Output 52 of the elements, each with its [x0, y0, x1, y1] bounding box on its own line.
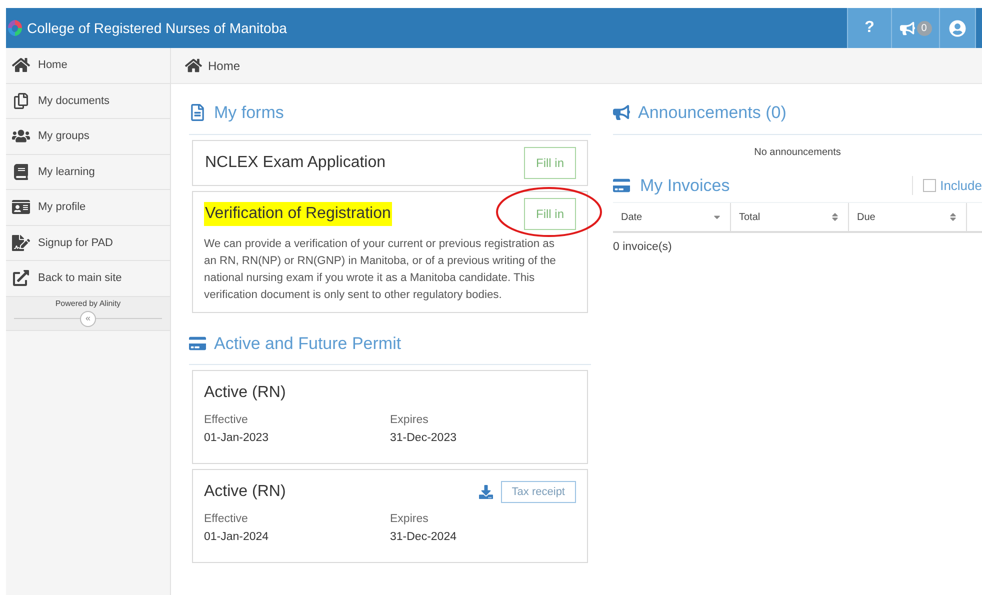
breadcrumb-link[interactable]: Home — [208, 56, 240, 74]
external-link-icon — [12, 270, 30, 286]
user-icon — [949, 20, 966, 36]
sidebar-item[interactable]: Signup for PAD — [6, 226, 170, 261]
expires-label: Expires — [390, 512, 430, 527]
book-icon — [12, 164, 30, 180]
include-checkbox[interactable] — [923, 178, 936, 192]
invoice-count: 0 invoice(s) — [613, 240, 673, 255]
people-icon — [12, 128, 30, 144]
document-icon — [189, 104, 206, 122]
expires-label: Expires — [390, 413, 430, 428]
effective-label: Effective — [204, 512, 249, 527]
notification-badge: 0 — [916, 20, 932, 36]
section-title: Active and Future Permit — [214, 332, 402, 354]
section-title: My forms — [214, 102, 284, 124]
collapse-button[interactable]: « — [80, 310, 96, 326]
megaphone-icon — [900, 20, 914, 36]
user-button[interactable] — [939, 8, 975, 48]
form-title: NCLEX Exam Application — [204, 152, 387, 172]
site-title: College of Registered Nurses of Manitoba — [27, 18, 287, 38]
home-icon — [185, 57, 202, 74]
sidebar-item[interactable]: Home — [6, 48, 170, 84]
expiry-date: 31-Dec-2024 — [390, 530, 458, 545]
effective-label: Effective — [204, 413, 249, 428]
column-header[interactable]: Date — [613, 203, 731, 231]
card-icon — [189, 334, 206, 352]
form-description: We can provide a verification of your current or previous registration as an RN, RN(NP) or RN(GNP) in Manitoba, or of a previous writing of the national nursing exam if you wrote it as a Manitoba candidate. This verification document is only sent to other regulatory bodies. — [204, 236, 557, 302]
column-header[interactable]: Total — [731, 203, 849, 231]
section-title: Announcements (0) — [638, 102, 786, 124]
sidebar-item[interactable]: My learning — [6, 154, 170, 190]
empty-message: No announcements — [754, 146, 841, 158]
card-icon — [613, 176, 630, 194]
expiry-date: 31-Dec-2023 — [390, 431, 458, 446]
sidebar-item[interactable]: My groups — [6, 119, 170, 154]
home-icon — [12, 57, 30, 74]
powered-by-text: Powered by Alinity — [55, 298, 121, 310]
documents-icon — [12, 92, 30, 109]
download-icon[interactable] — [478, 485, 493, 499]
column-header[interactable]: Due — [849, 203, 967, 231]
permit-title: Active (RN) — [204, 383, 286, 403]
sidebar-item[interactable]: My documents — [6, 84, 170, 119]
effective-date: 01-Jan-2024 — [204, 530, 270, 545]
section-title: My Invoices — [640, 174, 730, 196]
megaphone-icon — [613, 104, 630, 122]
signature-icon — [12, 234, 30, 251]
sidebar-item[interactable]: My profile — [6, 190, 170, 226]
permit-title: Active (RN) — [204, 482, 286, 502]
id-card-icon — [12, 199, 30, 216]
effective-date: 01-Jan-2023 — [204, 431, 270, 446]
form-title: Verification of Registration — [204, 202, 392, 226]
logo-icon — [7, 19, 23, 37]
include-label: Include — [940, 176, 982, 194]
